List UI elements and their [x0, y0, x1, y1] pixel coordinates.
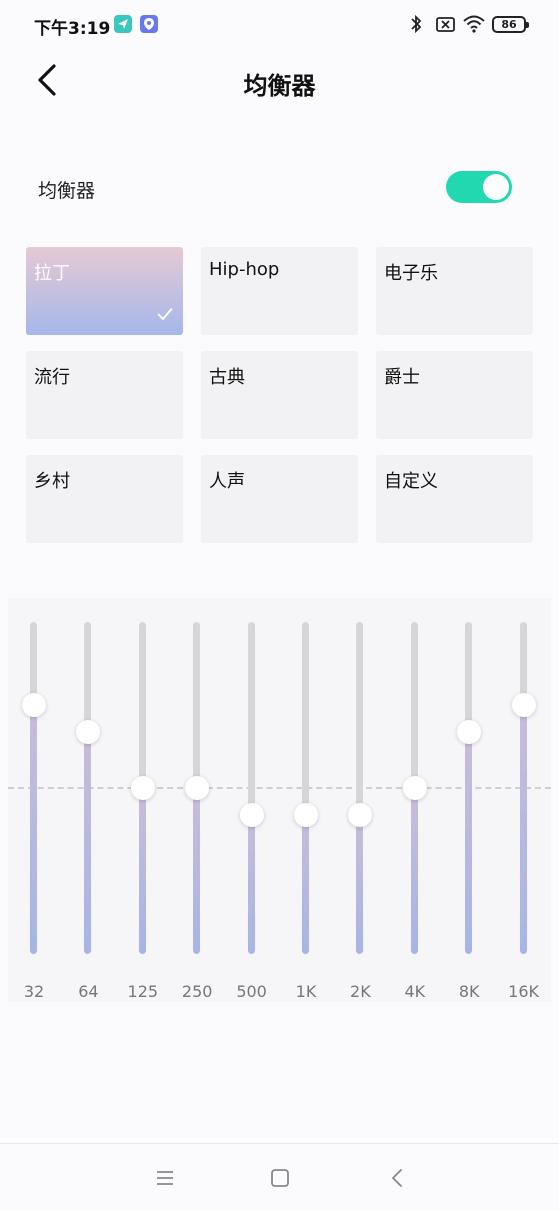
eq-band-32[interactable]: 32: [14, 598, 54, 1002]
eq-slider-track[interactable]: [302, 622, 309, 954]
preset-label: 乡村: [34, 471, 70, 492]
preset-card-jazz[interactable]: 爵士: [376, 351, 533, 439]
eq-slider-thumb[interactable]: [185, 776, 210, 800]
eq-slider-fill: [193, 788, 201, 954]
eq-slider-thumb[interactable]: [22, 693, 46, 717]
equalizer-toggle-label: 均衡器: [38, 180, 96, 202]
eq-slider-track[interactable]: [356, 622, 364, 954]
preset-label: Hip-hop: [209, 259, 280, 280]
eq-slider-thumb[interactable]: [130, 776, 155, 800]
preset-card-hiphop[interactable]: Hip-hop: [201, 247, 358, 335]
preset-grid: 拉丁 Hip-hop 电子乐 流行 古典 爵士 乡村 人声 自定义: [26, 247, 534, 543]
eq-slider-thumb[interactable]: [511, 693, 536, 717]
preset-label: 流行: [34, 367, 70, 388]
eq-band-250[interactable]: 250: [177, 598, 217, 1002]
equalizer-panel: 32 64 125 250 500 1K 2K 4K 8K 16K: [8, 598, 551, 1002]
preset-card-electronic[interactable]: 电子乐: [376, 247, 533, 335]
home-button[interactable]: [265, 1166, 295, 1190]
preset-label: 电子乐: [384, 263, 438, 284]
equalizer-toggle-switch[interactable]: [446, 171, 512, 203]
bluetooth-icon: [408, 14, 424, 38]
eq-band-label: 125: [127, 982, 159, 1001]
eq-band-label: 64: [78, 982, 99, 1001]
eq-band-label: 500: [236, 982, 267, 1001]
page-title: 均衡器: [243, 72, 316, 100]
preset-card-latin[interactable]: 拉丁: [26, 247, 183, 335]
eq-band-label: 1K: [295, 982, 317, 1001]
eq-band-label: 8K: [458, 982, 480, 1001]
preset-card-country[interactable]: 乡村: [26, 455, 183, 543]
navigation-app-icon: [114, 15, 132, 33]
header: 均衡器: [0, 48, 559, 112]
status-time: 下午3:19: [34, 19, 111, 39]
eq-band-4k[interactable]: 4K: [395, 598, 435, 1002]
eq-slider-thumb[interactable]: [457, 719, 482, 744]
eq-band-125[interactable]: 125: [123, 598, 163, 1002]
eq-band-2k[interactable]: 2K: [340, 598, 380, 1002]
preset-label: 爵士: [384, 367, 420, 388]
eq-slider-fill: [465, 731, 473, 954]
back-icon: [392, 1169, 402, 1187]
eq-band-64[interactable]: 64: [68, 598, 108, 1002]
preset-label: 古典: [209, 367, 245, 388]
battery-icon: 86: [492, 16, 529, 33]
eq-slider-thumb[interactable]: [76, 719, 101, 744]
preset-label: 拉丁: [34, 263, 70, 284]
eq-slider-track[interactable]: [465, 622, 473, 954]
preset-card-custom[interactable]: 自定义: [376, 455, 533, 543]
preset-label: 人声: [209, 471, 245, 492]
navigation-bar: [0, 1144, 559, 1211]
menu-button[interactable]: [150, 1166, 180, 1190]
eq-slider-fill: [410, 788, 418, 954]
eq-slider-thumb[interactable]: [402, 776, 427, 800]
home-icon: [271, 1169, 289, 1187]
toggle-knob: [483, 174, 509, 200]
status-bar: 下午3:19 86: [0, 0, 559, 48]
eq-slider-fill: [30, 705, 37, 954]
eq-slider-fill: [356, 814, 364, 954]
eq-band-label: 4K: [404, 982, 426, 1001]
eq-band-label: 32: [23, 982, 45, 1001]
nav-back-button[interactable]: [383, 1166, 413, 1190]
eq-slider-track[interactable]: [247, 622, 255, 954]
eq-slider-track[interactable]: [519, 622, 527, 954]
eq-slider-fill: [84, 731, 92, 954]
preset-card-vocal[interactable]: 人声: [201, 455, 358, 543]
check-icon: [157, 308, 173, 320]
sim-off-icon: [435, 14, 457, 38]
eq-slider-track[interactable]: [84, 622, 92, 954]
preset-card-classical[interactable]: 古典: [201, 351, 358, 439]
eq-slider-fill: [519, 705, 527, 954]
eq-band-8k[interactable]: 8K: [449, 598, 489, 1002]
eq-band-label: 2K: [350, 982, 371, 1001]
eq-band-label: 16K: [508, 982, 540, 1001]
equalizer-toggle-row: 均衡器: [0, 160, 559, 216]
eq-slider-thumb[interactable]: [239, 802, 264, 827]
eq-slider-fill: [247, 814, 255, 954]
eq-band-label: 250: [181, 982, 213, 1001]
menu-icon: [157, 1171, 173, 1185]
eq-band-1k[interactable]: 1K: [286, 598, 326, 1002]
preset-label: 自定义: [384, 471, 438, 492]
wifi-icon: [462, 14, 486, 38]
eq-slider-fill: [302, 814, 309, 954]
eq-band-500[interactable]: 500: [232, 598, 272, 1002]
eq-slider-track[interactable]: [30, 622, 37, 954]
eq-slider-thumb[interactable]: [294, 802, 318, 827]
eq-slider-thumb[interactable]: [348, 802, 373, 827]
eq-slider-fill: [138, 788, 146, 954]
eq-band-16k[interactable]: 16K: [504, 598, 544, 1002]
vpn-app-icon: [140, 15, 158, 33]
preset-card-pop[interactable]: 流行: [26, 351, 183, 439]
